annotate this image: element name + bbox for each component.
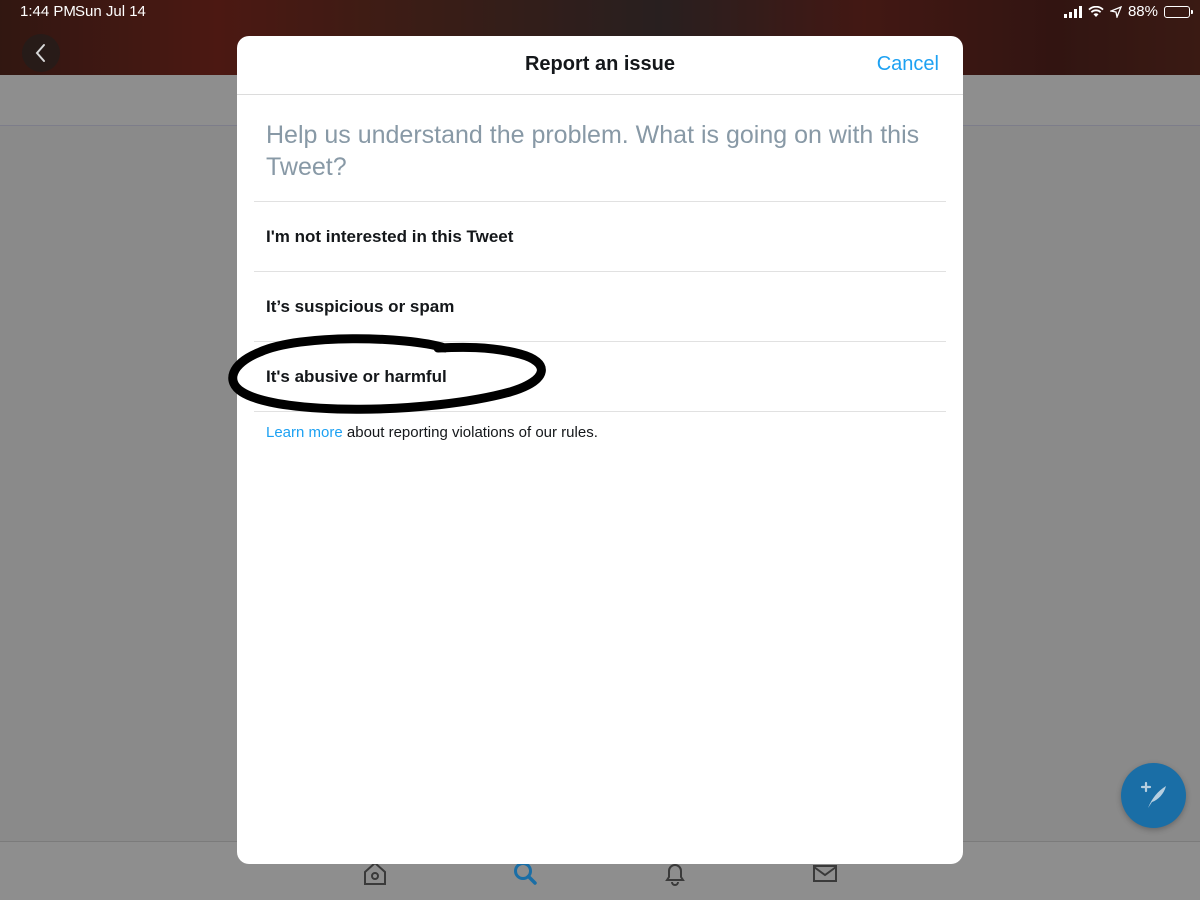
learn-more-link[interactable]: Learn more (266, 424, 343, 441)
report-issue-dialog: Report an issue Cancel Help us understan… (237, 36, 963, 864)
status-time: 1:44 PM (20, 3, 76, 20)
status-indicators: 88% (1063, 3, 1193, 20)
dialog-header: Report an issue Cancel (237, 36, 963, 95)
report-prompt: Help us understand the problem. What is … (254, 119, 946, 202)
location-arrow-icon (1109, 5, 1122, 18)
compose-tweet-button[interactable] (1121, 763, 1186, 828)
option-label: It’s suspicious or spam (266, 297, 455, 316)
option-not-interested[interactable]: I'm not interested in this Tweet (254, 202, 946, 272)
status-date: Sun Jul 14 (75, 3, 146, 20)
battery-percent: 88% (1127, 3, 1158, 20)
back-button[interactable] (22, 34, 60, 72)
learn-more-note: Learn more about reporting violations of… (266, 424, 963, 441)
dialog-title: Report an issue (524, 53, 676, 75)
status-bar: 1:44 PM Sun Jul 14 88% (0, 0, 1200, 24)
cancel-button[interactable]: Cancel (877, 53, 939, 76)
learn-more-text: about reporting violations of our rules. (342, 424, 598, 441)
option-suspicious-spam[interactable]: It’s suspicious or spam (254, 272, 946, 342)
option-abusive-harmful[interactable]: It's abusive or harmful (254, 342, 946, 412)
wifi-icon (1088, 5, 1104, 17)
option-label: I'm not interested in this Tweet (266, 227, 514, 246)
compose-tweet-icon (1140, 781, 1166, 808)
cellular-signal-icon (1063, 5, 1082, 18)
chevron-left-icon (35, 44, 45, 62)
option-label: It's abusive or harmful (266, 367, 447, 386)
battery-icon (1164, 5, 1193, 18)
